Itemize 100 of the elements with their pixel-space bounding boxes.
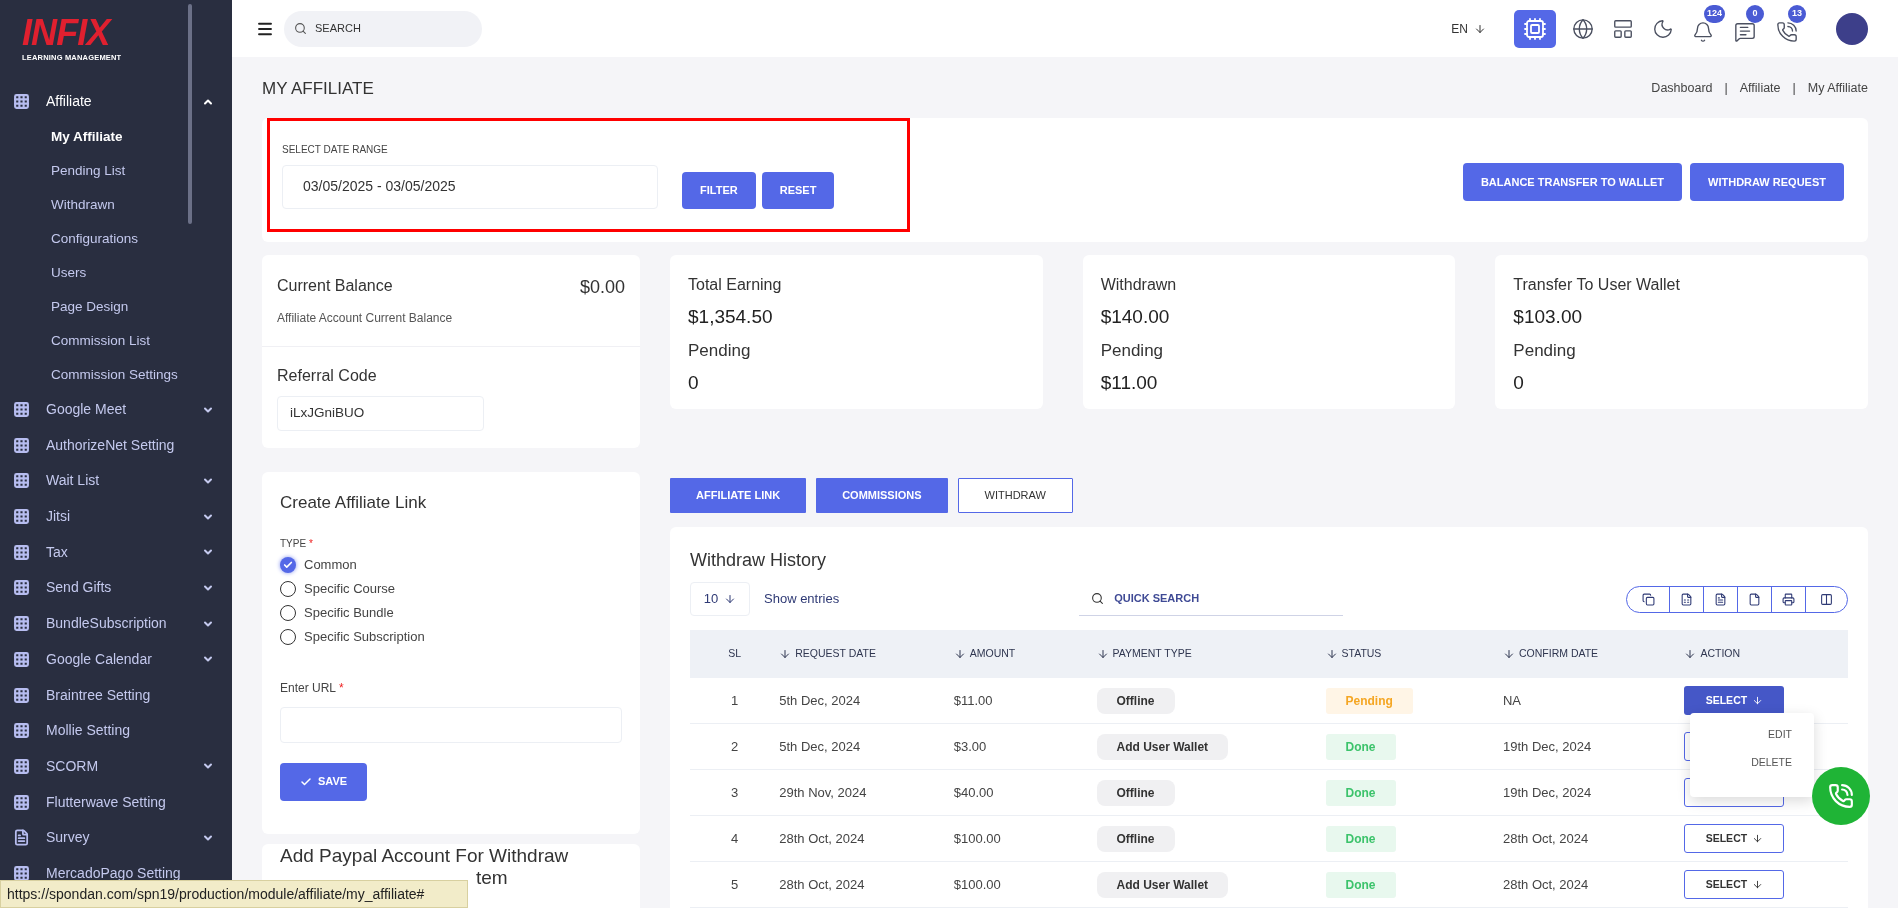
table-cell: 19th Dec, 2024 — [1503, 738, 1592, 754]
phone-icon[interactable] — [1776, 20, 1798, 43]
status-badge: Done — [1325, 779, 1396, 806]
moon-icon[interactable] — [1652, 17, 1674, 40]
table-cell: 5th Dec, 2024 — [779, 692, 861, 708]
sidebar-item[interactable]: Jitsi — [0, 498, 232, 535]
table-cell: 2 — [731, 738, 739, 754]
select-button[interactable]: SELECT — [1684, 824, 1785, 853]
sidebar-subitem[interactable]: Configurations — [0, 221, 232, 256]
ai-button[interactable] — [1514, 9, 1556, 48]
tab[interactable]: COMMISSIONS — [816, 478, 948, 513]
sort-icon[interactable] — [1684, 648, 1697, 660]
sidebar-item[interactable]: Survey — [0, 819, 232, 856]
grid-icon — [13, 864, 30, 882]
sidebar-item[interactable]: Mollie Setting — [0, 712, 232, 749]
sort-icon[interactable] — [953, 648, 966, 660]
sidebar-item[interactable]: Affiliate — [0, 84, 232, 120]
grid-icon — [13, 650, 30, 668]
column-header[interactable]: ACTION — [1700, 646, 1741, 662]
sort-icon[interactable] — [1503, 648, 1515, 660]
sidebar-item[interactable]: Tax — [0, 534, 232, 571]
language-selector[interactable]: EN — [1451, 19, 1486, 38]
page-size-select[interactable]: 10 — [690, 582, 750, 616]
save-button[interactable]: SAVE — [280, 762, 367, 801]
bell-icon[interactable] — [1692, 20, 1714, 43]
filter-button[interactable]: RESET — [761, 171, 835, 209]
select-button[interactable]: SELECT — [1684, 686, 1785, 715]
card-title-fragment: tem — [475, 868, 509, 888]
sidebar-item[interactable]: Google Meet — [0, 391, 232, 428]
search-input[interactable]: SEARCH — [315, 20, 455, 37]
sidebar-subitem[interactable]: Pending List — [0, 153, 232, 188]
breadcrumb-separator: | — [1724, 80, 1728, 98]
radio-option[interactable]: Specific Bundle — [280, 603, 622, 623]
tab[interactable]: WITHDRAW — [957, 478, 1073, 513]
breadcrumb-link[interactable]: Dashboard — [1651, 79, 1713, 98]
search-field[interactable]: SEARCH — [284, 10, 482, 47]
sort-icon[interactable] — [1325, 648, 1338, 660]
action-button[interactable]: BALANCE TRANSFER TO WALLET — [1462, 163, 1683, 201]
table-cell: 19th Dec, 2024 — [1503, 784, 1592, 800]
column-header[interactable]: SL — [728, 646, 742, 662]
sidebar-subitem[interactable]: My Affiliate — [0, 119, 232, 154]
sort-icon[interactable] — [1096, 648, 1109, 660]
copy-icon — [1641, 592, 1655, 606]
filter-button[interactable]: FILTER — [682, 171, 756, 209]
table-cell: NA — [1503, 692, 1522, 708]
column-header[interactable]: AMOUNT — [969, 646, 1016, 662]
sidebar-subitem[interactable]: Users — [0, 255, 232, 290]
sidebar-item[interactable]: BundleSubscription — [0, 605, 232, 642]
grid-icon — [13, 436, 30, 454]
column-header[interactable]: CONFIRM DATE — [1519, 646, 1599, 662]
column-header[interactable]: PAYMENT TYPE — [1112, 646, 1192, 662]
menu-item[interactable]: EDIT — [1768, 727, 1792, 743]
sidebar-subitem[interactable]: Page Design — [0, 289, 232, 324]
select-button[interactable]: SELECT — [1684, 870, 1785, 899]
printer-icon — [1782, 592, 1795, 606]
menu-item[interactable]: DELETE — [1751, 754, 1792, 771]
sidebar-item[interactable]: Google Calendar — [0, 641, 232, 678]
radio-option[interactable]: Specific Course — [280, 579, 622, 599]
sidebar-item[interactable]: Flutterwave Setting — [0, 784, 232, 820]
sidebar-subitem[interactable]: Commission Settings — [0, 357, 232, 392]
chat-icon[interactable] — [1734, 20, 1756, 43]
radio-button[interactable] — [280, 557, 296, 573]
sidebar-subitem[interactable]: Withdrawn — [0, 187, 232, 222]
globe-icon[interactable] — [1572, 17, 1594, 40]
referral-code-field[interactable]: iLxJGniBUO — [277, 396, 484, 431]
action-button[interactable]: WITHDRAW REQUEST — [1690, 163, 1844, 201]
columns-icon — [1820, 592, 1833, 606]
search-icon — [294, 22, 307, 35]
sort-icon[interactable] — [779, 648, 792, 660]
column-header[interactable]: REQUEST DATE — [795, 646, 876, 662]
count-badge: 13 — [1788, 4, 1806, 23]
arrow-down-icon — [724, 593, 737, 605]
radio-option[interactable]: Specific Subscription — [280, 627, 622, 647]
sidebar-item[interactable]: AuthorizeNet Setting — [0, 427, 232, 464]
stat-title: Total Earning — [688, 275, 783, 295]
stat-label: Pending — [688, 339, 752, 362]
search-icon — [1091, 592, 1105, 605]
sidebar-item[interactable]: Wait List — [0, 463, 232, 499]
sidebar-item[interactable]: SCORM — [0, 748, 232, 785]
column-header[interactable]: STATUS — [1341, 646, 1382, 662]
breadcrumb-link[interactable]: My Affiliate — [1807, 79, 1868, 98]
table-cell: $11.00 — [953, 692, 993, 708]
radio-option[interactable]: Common — [280, 555, 622, 575]
stat-value: $103.00 — [1513, 305, 1584, 329]
sidebar-item[interactable]: Send Gifts — [0, 570, 232, 606]
grid-icon — [13, 722, 30, 740]
date-range-field[interactable]: 03/05/2025 - 03/05/2025 — [282, 164, 658, 209]
table-cell: 1 — [731, 692, 739, 708]
layout-icon[interactable] — [1612, 17, 1634, 40]
tab[interactable]: AFFILIATE LINK — [670, 478, 807, 513]
grid-icon — [13, 615, 30, 633]
quick-search-input[interactable]: QUICK SEARCH — [1114, 590, 1315, 607]
status-url-tooltip: https://spondan.com/spn19/production/module/affiliate/my_affiliate# — [0, 880, 468, 908]
card-title: Current Balance — [277, 276, 393, 296]
breadcrumb-link[interactable]: Affiliate — [1739, 79, 1781, 98]
quick-search-field[interactable]: QUICK SEARCH — [1079, 582, 1344, 616]
status-badge: Done — [1325, 871, 1396, 898]
sidebar-subitem[interactable]: Commission List — [0, 323, 232, 358]
avatar[interactable] — [1836, 12, 1868, 45]
sidebar-item[interactable]: Braintree Setting — [0, 677, 232, 713]
